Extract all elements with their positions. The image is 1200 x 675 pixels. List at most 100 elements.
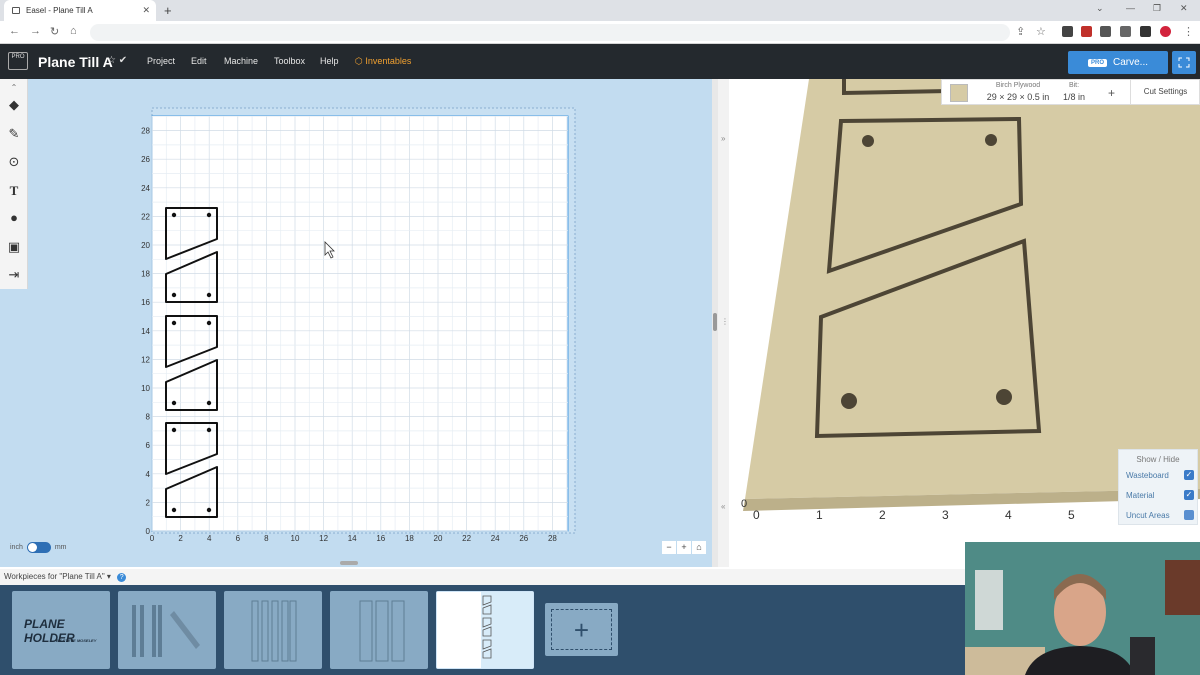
x-tick-label: 20	[434, 534, 443, 543]
help-icon[interactable]: ?	[117, 573, 127, 582]
drill-hole[interactable]	[206, 212, 212, 218]
fullscreen-button[interactable]	[1172, 51, 1196, 74]
wasteboard-checkbox[interactable]: ✓	[1184, 470, 1194, 480]
preview-x-tick: 3	[942, 508, 949, 522]
workpiece-thumbnail-active[interactable]	[436, 591, 534, 669]
expand-left-icon[interactable]: «	[721, 502, 725, 511]
window-close-icon[interactable]: ✕	[1180, 3, 1188, 14]
drill-hole[interactable]	[206, 320, 212, 326]
add-bit-button[interactable]: +	[1108, 86, 1115, 100]
sidebar-icon[interactable]	[1140, 26, 1151, 37]
y-tick-label: 20	[141, 241, 150, 250]
zoom-controls: − + ⌂	[662, 541, 706, 554]
extension-icon[interactable]	[1081, 26, 1092, 37]
menu-machine[interactable]: Machine	[224, 56, 258, 66]
unit-toggle[interactable]: inch mm	[10, 542, 67, 553]
left-toolbar: ⌃ ◆ ✎ ⊙ T ● ▣ ⇥	[0, 79, 28, 289]
add-workpiece-button[interactable]: +	[545, 603, 618, 656]
tab-favicon-icon	[12, 7, 20, 14]
menu-help[interactable]: Help	[320, 56, 339, 66]
profile-icon[interactable]	[1160, 26, 1171, 37]
import-icon[interactable]: ⇥	[6, 267, 22, 283]
cut-settings-button[interactable]: Cut Settings	[1130, 80, 1200, 104]
material-checkbox[interactable]: ✓	[1184, 490, 1194, 500]
puzzle-icon[interactable]	[1120, 26, 1131, 37]
drill-hole[interactable]	[206, 427, 212, 433]
drill-hole[interactable]	[171, 400, 177, 406]
url-field[interactable]	[90, 24, 1010, 41]
toggle-uncut-areas[interactable]: Uncut Areas	[1126, 511, 1170, 520]
extension-icon[interactable]	[1100, 26, 1111, 37]
apple-icon[interactable]: ●	[6, 210, 22, 226]
menu-toolbox[interactable]: Toolbox	[274, 56, 305, 66]
toggle-material[interactable]: Material	[1126, 491, 1154, 500]
bit-value[interactable]: 1/8 in	[1054, 92, 1094, 102]
browser-tab[interactable]: Easel - Plane Till A ✕	[4, 0, 156, 21]
menu-edit[interactable]: Edit	[191, 56, 207, 66]
drill-hole[interactable]	[206, 507, 212, 513]
unit-switch[interactable]	[26, 542, 51, 553]
pen-icon[interactable]: ✎	[6, 126, 22, 142]
toggle-wasteboard[interactable]: Wasteboard	[1126, 471, 1169, 480]
extension-icon[interactable]	[1062, 26, 1073, 37]
tab-search-icon[interactable]: ⌄	[1096, 3, 1104, 14]
new-tab-button[interactable]: +	[164, 3, 172, 18]
drill-hole[interactable]	[171, 212, 177, 218]
forward-icon[interactable]: →	[30, 25, 41, 37]
y-tick-label: 22	[141, 212, 150, 221]
workpiece-thumbnail[interactable]: PLANE HOLDER BY STEVE MOSELEY	[12, 591, 110, 669]
more-menu-icon[interactable]: ⋮	[1183, 25, 1194, 38]
home-view-button[interactable]: ⌂	[692, 541, 706, 554]
uncut-areas-checkbox[interactable]	[1184, 510, 1194, 520]
workpiece-grid[interactable]: 0246810121416182022242628 0 2 4 6 8 10 12 14 16 1…	[0, 79, 712, 567]
add-workpiece-icon: +	[551, 609, 612, 650]
reload-icon[interactable]: ↻	[50, 25, 59, 38]
close-tab-icon[interactable]: ✕	[142, 5, 150, 16]
carve-button[interactable]: PRO Carve...	[1068, 51, 1168, 74]
share-icon[interactable]: ⇪	[1016, 25, 1025, 38]
project-title[interactable]: Plane Till A	[38, 54, 113, 70]
menu-inventables[interactable]: ⬡ Inventables	[355, 56, 411, 67]
collapse-toolbar-icon[interactable]: ⌃	[6, 80, 22, 96]
minimize-icon[interactable]: —	[1126, 3, 1135, 13]
easel-logo-icon[interactable]: PRO	[8, 52, 28, 70]
unit-inch-label: inch	[10, 544, 23, 551]
drill-hole[interactable]	[171, 427, 177, 433]
bookmark-star-icon[interactable]: ☆	[1036, 25, 1046, 38]
shapes-icon[interactable]: ◆	[6, 97, 22, 113]
preview-x-tick: 2	[879, 508, 886, 522]
panel-divider[interactable]: » ⋮ «	[718, 79, 729, 567]
drill-hole[interactable]	[206, 292, 212, 298]
drill-hole[interactable]	[171, 507, 177, 513]
material-panel[interactable]: Birch Plywood 29 × 29 × 0.5 in Bit: 1/8 …	[941, 79, 1200, 105]
workpieces-header[interactable]: Workpieces for "Plane Till A" ▾ ?	[0, 569, 965, 585]
zoom-in-button[interactable]: +	[677, 541, 691, 554]
text-icon[interactable]: T	[6, 183, 22, 199]
scroll-thumb[interactable]	[713, 313, 717, 331]
back-icon[interactable]: ←	[9, 25, 20, 37]
expand-right-icon[interactable]: »	[721, 134, 725, 143]
target-icon[interactable]: ⊙	[6, 154, 22, 170]
browser-tabbar: Easel - Plane Till A ✕ + ⌄ — ❐ ✕	[0, 0, 1200, 21]
menu-project[interactable]: Project	[147, 56, 175, 66]
restore-icon[interactable]: ❐	[1153, 3, 1161, 14]
material-name: Birch Plywood	[995, 82, 1041, 89]
material-dimensions[interactable]: 29 × 29 × 0.5 in	[970, 92, 1066, 102]
zoom-out-button[interactable]: −	[662, 541, 676, 554]
box-icon[interactable]: ▣	[6, 239, 22, 255]
drag-handle-icon[interactable]: ⋮	[721, 317, 729, 326]
workpiece-thumbnail[interactable]	[118, 591, 216, 669]
design-canvas[interactable]: 0 2 4 6 8 10 12 14 16 18 20 22 24 26 28 0 2 4 6 8 10 12 14 16 1…	[0, 79, 712, 567]
drill-hole[interactable]	[206, 400, 212, 406]
workpiece-thumbnail[interactable]	[330, 591, 428, 669]
drill-hole[interactable]	[171, 320, 177, 326]
material-surface	[745, 79, 1200, 499]
material-swatch[interactable]	[950, 84, 968, 102]
home-icon[interactable]: ⌂	[70, 25, 77, 37]
horizontal-scrollbar[interactable]	[340, 561, 358, 565]
favorite-star-icon[interactable]: ☆	[107, 55, 116, 66]
project-status-icons[interactable]: ☆ ✔	[107, 55, 127, 66]
workpiece-thumbnail[interactable]	[224, 591, 322, 669]
x-tick-label: 8	[264, 534, 269, 543]
drill-hole[interactable]	[171, 292, 177, 298]
